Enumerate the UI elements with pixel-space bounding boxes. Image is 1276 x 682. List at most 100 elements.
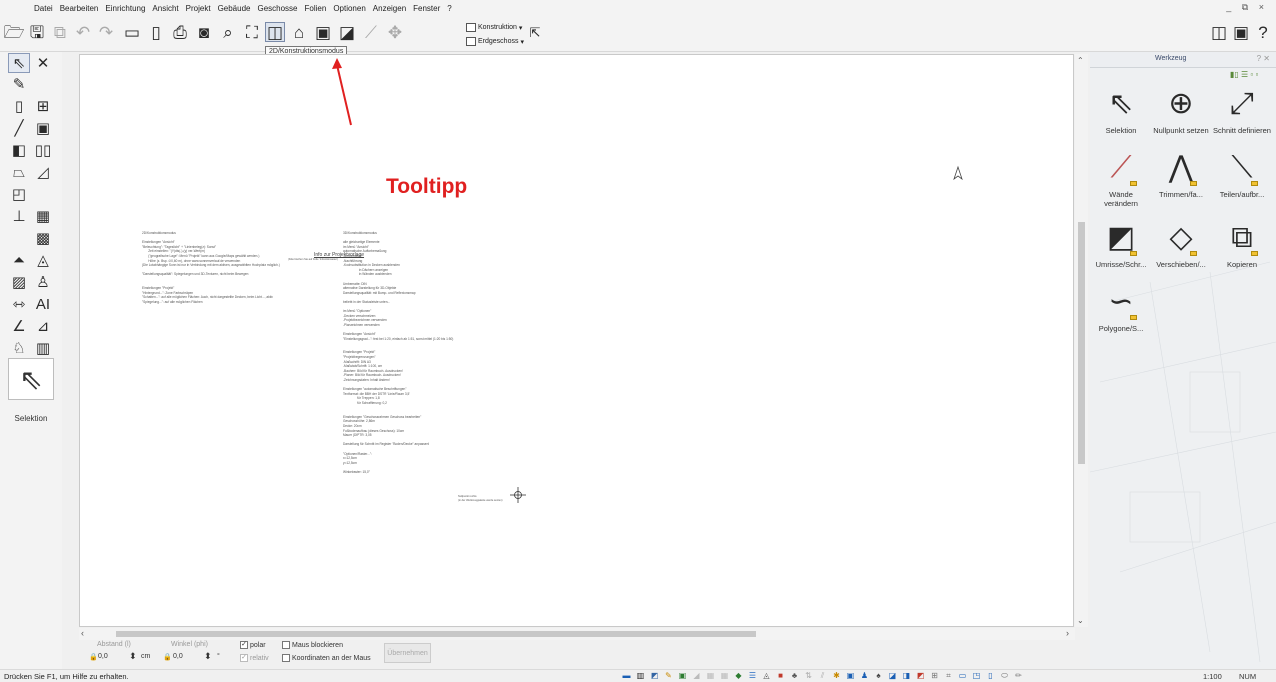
- help-icon[interactable]: ?: [1253, 22, 1273, 42]
- menu-folien[interactable]: Folien: [305, 4, 327, 13]
- view-icon[interactable]: ▣: [313, 22, 333, 42]
- snap-icon[interactable]: ◢: [692, 671, 701, 680]
- tool-kopieren[interactable]: ⧉ Kopieren: [1213, 218, 1271, 269]
- print-icon[interactable]: ⎙: [170, 22, 190, 42]
- scroll-down-icon[interactable]: ⌄: [1077, 616, 1084, 625]
- tool-trimmen[interactable]: ⋀ Trimmen/fa...: [1152, 148, 1210, 200]
- grid2-icon[interactable]: ⌗: [944, 671, 953, 680]
- tool-verschieben[interactable]: ◇ Verschieben/...: [1152, 218, 1210, 270]
- hatch-icon[interactable]: ▦: [32, 206, 54, 226]
- open-icon[interactable]: 🗁: [3, 22, 24, 42]
- measure-icon[interactable]: ⟋: [361, 22, 381, 42]
- distance-spinner-icon[interactable]: ⬍: [129, 651, 137, 662]
- render-icon[interactable]: ◪: [337, 22, 357, 42]
- menu-gebaeude[interactable]: Gebäude: [218, 4, 251, 13]
- menu-geschosse[interactable]: Geschosse: [257, 4, 297, 13]
- pointer-icon[interactable]: ⇖: [8, 53, 30, 73]
- section-toggle-icon[interactable]: ◪: [888, 671, 897, 680]
- line-icon[interactable]: ╱: [8, 118, 30, 138]
- terrain2-icon[interactable]: ◬: [32, 250, 54, 270]
- text-icon[interactable]: AI: [32, 294, 54, 314]
- scale-display[interactable]: 1:100: [1203, 672, 1222, 681]
- color-icon[interactable]: ▣: [678, 671, 687, 680]
- window-icon[interactable]: ⊞: [32, 96, 54, 116]
- construction-combo[interactable]: Konstruktion ▾: [466, 23, 522, 32]
- terrain-icon[interactable]: ⏶: [8, 250, 30, 270]
- scroll-up-icon[interactable]: ⌃: [1077, 56, 1084, 65]
- 2d-mode-icon[interactable]: ◫: [265, 22, 285, 42]
- angle-spinner-icon[interactable]: ⬍: [204, 651, 212, 662]
- single-view-icon[interactable]: ▣: [1231, 22, 1251, 42]
- roof-icon[interactable]: ⏢: [8, 162, 30, 182]
- horizontal-scrollbar[interactable]: ‹ ›: [79, 628, 1075, 640]
- ortho-icon[interactable]: ▦: [706, 671, 715, 680]
- tool-panel-controls[interactable]: ? ✕: [1257, 54, 1270, 63]
- active-tool-selection-icon[interactable]: ⇖: [8, 358, 54, 400]
- pen-icon[interactable]: ✎: [664, 671, 673, 680]
- tool-nullpunkt[interactable]: ⊕ Nullpunkt setzen: [1152, 84, 1210, 136]
- walls-toggle-icon[interactable]: ⫽: [818, 671, 827, 680]
- grid-axis-icon[interactable]: ⊥: [8, 206, 30, 226]
- angle-icon[interactable]: ∠: [8, 316, 30, 336]
- grid-toggle-icon[interactable]: ◩: [650, 671, 659, 680]
- menu-einrichtung[interactable]: Einrichtung: [105, 4, 145, 13]
- abc-icon[interactable]: ▭: [958, 671, 967, 680]
- render-toggle-icon[interactable]: ◩: [916, 671, 925, 680]
- door-icon[interactable]: ◧: [8, 140, 30, 160]
- menu-fenster[interactable]: Fenster: [413, 4, 440, 13]
- floor-combo[interactable]: Erdgeschoss ▾: [466, 37, 524, 46]
- tool-umrisse[interactable]: ◩ Umrisse/Schr...: [1092, 218, 1150, 270]
- texture-icon[interactable]: ■: [776, 671, 785, 680]
- save-icon[interactable]: 🖫: [27, 22, 47, 42]
- drawing-canvas[interactable]: Tooltipp Info zur Projektvorlage (bitte …: [79, 54, 1074, 627]
- mode-icon[interactable]: ⬭: [1000, 671, 1009, 680]
- lock-angle-icon[interactable]: 🔒: [163, 653, 172, 661]
- lines-icon[interactable]: ☰: [748, 671, 757, 680]
- polar-checkbox[interactable]: ✓ polar: [240, 641, 266, 649]
- stair-icon[interactable]: ◰: [8, 184, 30, 204]
- window-controls[interactable]: _ ⧉ ×: [1226, 2, 1268, 13]
- tool-waende-veraendern[interactable]: ⟋ Wände verändern: [1092, 148, 1150, 209]
- camera-icon[interactable]: ◙: [194, 22, 214, 42]
- door-toggle-icon[interactable]: ▯: [986, 671, 995, 680]
- polyline-icon[interactable]: ⊿: [32, 316, 54, 336]
- 3d-mode-icon[interactable]: ⌂: [289, 22, 309, 42]
- dimension-icon[interactable]: ⇿: [8, 294, 30, 314]
- layer-toggle-icon[interactable]: ▦: [720, 671, 729, 680]
- light-icon[interactable]: ✱: [832, 671, 841, 680]
- vertical-scrollbar[interactable]: ⌃ ⌄: [1075, 54, 1088, 627]
- tool-polygone[interactable]: ∽ Polygone/S...: [1092, 282, 1150, 334]
- copy-icon[interactable]: ⧉: [50, 22, 70, 42]
- tree-icon[interactable]: ♣: [790, 671, 799, 680]
- delete-icon[interactable]: ✕: [32, 53, 54, 73]
- tool-schnitt[interactable]: ⤢ Schnitt definieren: [1213, 84, 1271, 136]
- tool-selektion[interactable]: ⇖ Selektion: [1092, 84, 1150, 136]
- scroll-right-icon[interactable]: ›: [1066, 628, 1069, 638]
- menu-bearbeiten[interactable]: Bearbeiten: [60, 4, 99, 13]
- menu-datei[interactable]: Datei: [34, 4, 53, 13]
- menu-projekt[interactable]: Projekt: [186, 4, 211, 13]
- block-mouse-checkbox[interactable]: Maus blockieren: [282, 641, 343, 649]
- object-snap-icon[interactable]: ◆: [734, 671, 743, 680]
- window-toggle-icon[interactable]: ▣: [846, 671, 855, 680]
- rectangle-icon[interactable]: ▣: [32, 118, 54, 138]
- menu-help[interactable]: ?: [447, 4, 451, 13]
- distance-input[interactable]: 0,0: [98, 653, 108, 660]
- hatch-toggle-icon[interactable]: ▥: [636, 671, 645, 680]
- wall-icon[interactable]: ▯: [8, 96, 30, 116]
- library-icon[interactable]: ▥: [32, 338, 54, 358]
- undo-icon[interactable]: ↶: [73, 22, 93, 42]
- pencil-icon[interactable]: ✏: [1014, 671, 1023, 680]
- zoom-icon[interactable]: ⌕: [218, 22, 238, 42]
- image-icon[interactable]: ▨: [8, 272, 30, 292]
- tool-teilen[interactable]: ⟍ Teilen/aufbr...: [1213, 148, 1271, 200]
- fit-icon[interactable]: ⛶: [242, 22, 262, 42]
- horizontal-scroll-thumb[interactable]: [116, 631, 756, 637]
- apply-button[interactable]: Übernehmen: [384, 643, 431, 663]
- redo-icon[interactable]: ↷: [96, 22, 116, 42]
- layout-icon[interactable]: ▭: [122, 22, 142, 42]
- angle-input[interactable]: 0,0: [173, 653, 183, 660]
- pattern-icon[interactable]: ▩: [32, 228, 54, 248]
- person-toggle-icon[interactable]: ♟: [860, 671, 869, 680]
- pointer-settings-icon[interactable]: ⇱: [525, 22, 545, 42]
